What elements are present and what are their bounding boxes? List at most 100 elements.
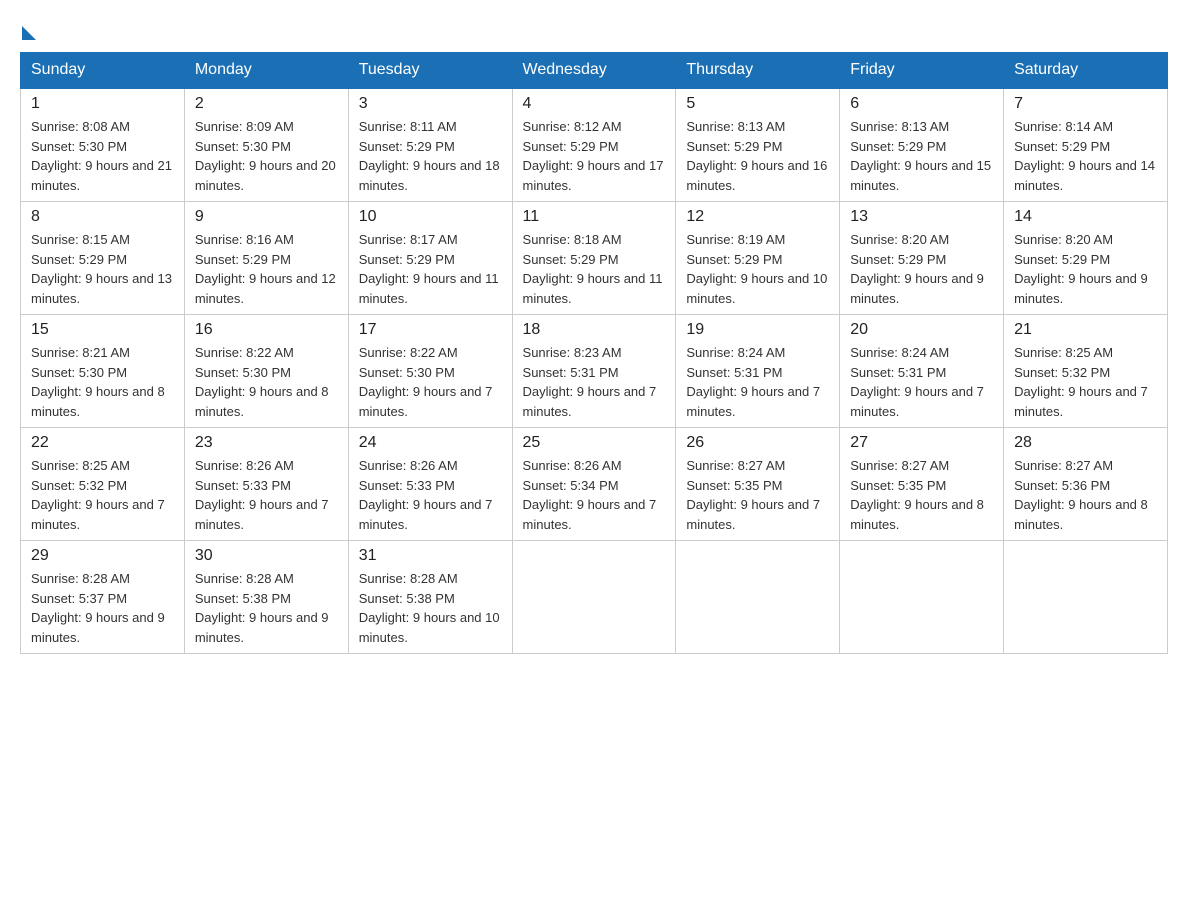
sunrise: Sunrise: 8:28 AM	[359, 571, 458, 586]
daylight: Daylight: 9 hours and 7 minutes.	[359, 497, 493, 532]
header-sunday: Sunday	[21, 53, 185, 89]
day-info: Sunrise: 8:27 AM Sunset: 5:36 PM Dayligh…	[1014, 456, 1157, 534]
calendar-cell: 4 Sunrise: 8:12 AM Sunset: 5:29 PM Dayli…	[512, 88, 676, 202]
sunrise: Sunrise: 8:24 AM	[686, 345, 785, 360]
day-number: 9	[195, 208, 338, 226]
calendar-cell: 15 Sunrise: 8:21 AM Sunset: 5:30 PM Dayl…	[21, 315, 185, 428]
day-number: 14	[1014, 208, 1157, 226]
sunset: Sunset: 5:29 PM	[195, 252, 291, 267]
sunset: Sunset: 5:30 PM	[195, 139, 291, 154]
day-number: 4	[523, 95, 666, 113]
calendar-cell	[840, 541, 1004, 654]
sunrise: Sunrise: 8:24 AM	[850, 345, 949, 360]
daylight: Daylight: 9 hours and 11 minutes.	[523, 271, 663, 306]
sunrise: Sunrise: 8:21 AM	[31, 345, 130, 360]
day-info: Sunrise: 8:19 AM Sunset: 5:29 PM Dayligh…	[686, 230, 829, 308]
day-info: Sunrise: 8:27 AM Sunset: 5:35 PM Dayligh…	[850, 456, 993, 534]
header-monday: Monday	[184, 53, 348, 89]
sunset: Sunset: 5:35 PM	[850, 478, 946, 493]
day-number: 18	[523, 321, 666, 339]
sunset: Sunset: 5:30 PM	[31, 365, 127, 380]
sunset: Sunset: 5:29 PM	[523, 139, 619, 154]
day-info: Sunrise: 8:14 AM Sunset: 5:29 PM Dayligh…	[1014, 117, 1157, 195]
daylight: Daylight: 9 hours and 7 minutes.	[850, 384, 984, 419]
day-info: Sunrise: 8:09 AM Sunset: 5:30 PM Dayligh…	[195, 117, 338, 195]
day-info: Sunrise: 8:12 AM Sunset: 5:29 PM Dayligh…	[523, 117, 666, 195]
calendar-cell: 18 Sunrise: 8:23 AM Sunset: 5:31 PM Dayl…	[512, 315, 676, 428]
daylight: Daylight: 9 hours and 8 minutes.	[850, 497, 984, 532]
sunset: Sunset: 5:29 PM	[850, 139, 946, 154]
day-number: 11	[523, 208, 666, 226]
sunrise: Sunrise: 8:23 AM	[523, 345, 622, 360]
day-number: 16	[195, 321, 338, 339]
day-number: 7	[1014, 95, 1157, 113]
calendar-cell: 23 Sunrise: 8:26 AM Sunset: 5:33 PM Dayl…	[184, 428, 348, 541]
day-number: 17	[359, 321, 502, 339]
daylight: Daylight: 9 hours and 13 minutes.	[31, 271, 172, 306]
calendar-cell: 10 Sunrise: 8:17 AM Sunset: 5:29 PM Dayl…	[348, 202, 512, 315]
day-info: Sunrise: 8:17 AM Sunset: 5:29 PM Dayligh…	[359, 230, 502, 308]
day-info: Sunrise: 8:25 AM Sunset: 5:32 PM Dayligh…	[31, 456, 174, 534]
day-number: 3	[359, 95, 502, 113]
sunrise: Sunrise: 8:19 AM	[686, 232, 785, 247]
daylight: Daylight: 9 hours and 9 minutes.	[1014, 271, 1148, 306]
daylight: Daylight: 9 hours and 21 minutes.	[31, 158, 172, 193]
calendar-cell: 9 Sunrise: 8:16 AM Sunset: 5:29 PM Dayli…	[184, 202, 348, 315]
day-info: Sunrise: 8:25 AM Sunset: 5:32 PM Dayligh…	[1014, 343, 1157, 421]
sunrise: Sunrise: 8:26 AM	[195, 458, 294, 473]
calendar-cell: 22 Sunrise: 8:25 AM Sunset: 5:32 PM Dayl…	[21, 428, 185, 541]
day-info: Sunrise: 8:26 AM Sunset: 5:33 PM Dayligh…	[359, 456, 502, 534]
header-thursday: Thursday	[676, 53, 840, 89]
sunrise: Sunrise: 8:22 AM	[195, 345, 294, 360]
calendar-cell	[1004, 541, 1168, 654]
daylight: Daylight: 9 hours and 16 minutes.	[686, 158, 827, 193]
daylight: Daylight: 9 hours and 18 minutes.	[359, 158, 500, 193]
sunset: Sunset: 5:30 PM	[195, 365, 291, 380]
calendar-cell: 27 Sunrise: 8:27 AM Sunset: 5:35 PM Dayl…	[840, 428, 1004, 541]
day-number: 1	[31, 95, 174, 113]
sunset: Sunset: 5:29 PM	[1014, 252, 1110, 267]
header-tuesday: Tuesday	[348, 53, 512, 89]
header-saturday: Saturday	[1004, 53, 1168, 89]
sunrise: Sunrise: 8:28 AM	[195, 571, 294, 586]
calendar-cell: 26 Sunrise: 8:27 AM Sunset: 5:35 PM Dayl…	[676, 428, 840, 541]
day-info: Sunrise: 8:16 AM Sunset: 5:29 PM Dayligh…	[195, 230, 338, 308]
sunset: Sunset: 5:29 PM	[359, 252, 455, 267]
day-number: 21	[1014, 321, 1157, 339]
calendar-week-row: 15 Sunrise: 8:21 AM Sunset: 5:30 PM Dayl…	[21, 315, 1168, 428]
day-info: Sunrise: 8:13 AM Sunset: 5:29 PM Dayligh…	[686, 117, 829, 195]
day-info: Sunrise: 8:28 AM Sunset: 5:38 PM Dayligh…	[195, 569, 338, 647]
day-number: 12	[686, 208, 829, 226]
sunrise: Sunrise: 8:18 AM	[523, 232, 622, 247]
calendar-cell: 11 Sunrise: 8:18 AM Sunset: 5:29 PM Dayl…	[512, 202, 676, 315]
sunset: Sunset: 5:29 PM	[686, 252, 782, 267]
daylight: Daylight: 9 hours and 10 minutes.	[359, 610, 500, 645]
sunrise: Sunrise: 8:27 AM	[850, 458, 949, 473]
day-info: Sunrise: 8:22 AM Sunset: 5:30 PM Dayligh…	[359, 343, 502, 421]
daylight: Daylight: 9 hours and 7 minutes.	[686, 384, 820, 419]
logo	[20, 20, 36, 36]
calendar-cell: 1 Sunrise: 8:08 AM Sunset: 5:30 PM Dayli…	[21, 88, 185, 202]
sunset: Sunset: 5:31 PM	[850, 365, 946, 380]
sunrise: Sunrise: 8:12 AM	[523, 119, 622, 134]
sunset: Sunset: 5:38 PM	[359, 591, 455, 606]
calendar-cell: 3 Sunrise: 8:11 AM Sunset: 5:29 PM Dayli…	[348, 88, 512, 202]
logo-triangle-icon	[22, 26, 36, 40]
day-number: 19	[686, 321, 829, 339]
calendar-cell: 12 Sunrise: 8:19 AM Sunset: 5:29 PM Dayl…	[676, 202, 840, 315]
day-number: 2	[195, 95, 338, 113]
calendar-week-row: 29 Sunrise: 8:28 AM Sunset: 5:37 PM Dayl…	[21, 541, 1168, 654]
day-info: Sunrise: 8:23 AM Sunset: 5:31 PM Dayligh…	[523, 343, 666, 421]
daylight: Daylight: 9 hours and 7 minutes.	[359, 384, 493, 419]
sunrise: Sunrise: 8:15 AM	[31, 232, 130, 247]
calendar-cell: 2 Sunrise: 8:09 AM Sunset: 5:30 PM Dayli…	[184, 88, 348, 202]
daylight: Daylight: 9 hours and 8 minutes.	[1014, 497, 1148, 532]
calendar-cell: 31 Sunrise: 8:28 AM Sunset: 5:38 PM Dayl…	[348, 541, 512, 654]
day-number: 29	[31, 547, 174, 565]
daylight: Daylight: 9 hours and 20 minutes.	[195, 158, 336, 193]
day-number: 20	[850, 321, 993, 339]
header-wednesday: Wednesday	[512, 53, 676, 89]
daylight: Daylight: 9 hours and 7 minutes.	[195, 497, 329, 532]
day-info: Sunrise: 8:24 AM Sunset: 5:31 PM Dayligh…	[850, 343, 993, 421]
sunrise: Sunrise: 8:28 AM	[31, 571, 130, 586]
